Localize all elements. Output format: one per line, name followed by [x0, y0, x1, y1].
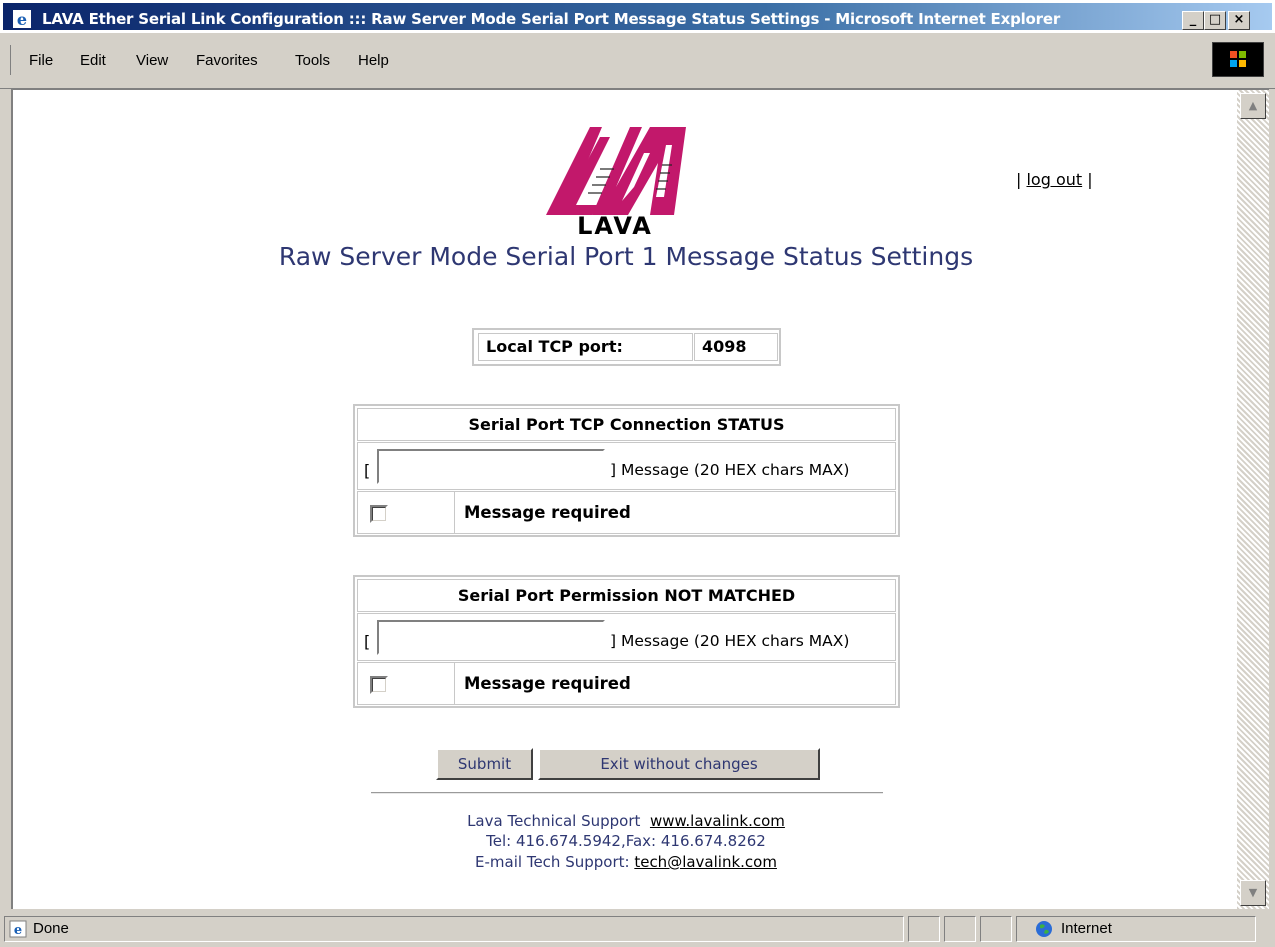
status-panel-main: e Done: [4, 916, 904, 942]
menu-tools[interactable]: Tools: [295, 52, 330, 69]
menu-edit[interactable]: Edit: [80, 52, 106, 69]
windows-logo-icon: [1212, 42, 1264, 77]
up-arrow-icon: ▲: [1248, 99, 1258, 112]
required-label: Message required: [464, 503, 631, 522]
support-label: Lava Technical Support: [467, 812, 641, 830]
status-panel-2: [944, 916, 976, 942]
support-website-link[interactable]: www.lavalink.com: [650, 812, 785, 830]
down-arrow-icon: ▼: [1248, 886, 1258, 899]
permission-required-checkbox[interactable]: [370, 676, 388, 694]
status-zone-panel: Internet: [1016, 916, 1256, 942]
group-heading: Serial Port TCP Connection STATUS: [357, 408, 896, 441]
email-label: E-mail Tech Support:: [475, 853, 630, 871]
menu-row: File Edit View Favorites Tools Help: [10, 45, 1205, 75]
open-bracket: [: [364, 632, 371, 651]
lava-logo: LAVA: [546, 127, 686, 237]
maximize-button[interactable]: □: [1204, 11, 1226, 30]
minimize-icon: _: [1189, 12, 1197, 27]
status-text: Done: [33, 920, 69, 937]
required-row: Message required: [357, 662, 896, 705]
scroll-down-button[interactable]: ▼: [1240, 880, 1266, 906]
footer-support-line: Lava Technical Support www.lavalink.com: [13, 812, 1237, 830]
divider: [371, 792, 883, 794]
status-panel-1: [908, 916, 940, 942]
window-title: LAVA Ether Serial Link Configuration :::…: [42, 10, 1061, 28]
message-row: [ ] Message (20 HEX chars MAX): [357, 442, 896, 490]
titlebar-fill: e LAVA Ether Serial Link Configuration :…: [3, 3, 1272, 30]
vertical-scrollbar[interactable]: ▲ ▼: [1237, 88, 1269, 909]
logout-separator-right: |: [1087, 170, 1093, 189]
footer-phone: Tel: 416.674.5942,Fax: 416.674.8262: [486, 832, 766, 850]
zone-text: Internet: [1061, 920, 1112, 937]
group-heading: Serial Port Permission NOT MATCHED: [357, 579, 896, 612]
status-bar: e Done Internet: [0, 911, 1275, 947]
svg-text:e: e: [14, 923, 22, 938]
ie-page-icon: e: [9, 920, 27, 938]
tcp-port-label: Local TCP port:: [478, 333, 693, 361]
support-email-link[interactable]: tech@lavalink.com: [634, 853, 777, 871]
permission-message-input[interactable]: [377, 620, 605, 655]
window-titlebar[interactable]: e LAVA Ether Serial Link Configuration :…: [0, 0, 1275, 34]
tcp-connection-status-group: Serial Port TCP Connection STATUS [ ] Me…: [353, 404, 900, 537]
menu-bar: File Edit View Favorites Tools Help: [0, 33, 1275, 89]
submit-button[interactable]: Submit: [436, 748, 533, 780]
ie-icon: e: [13, 10, 31, 29]
checkbox-cell: [358, 663, 455, 704]
tcp-port-table: Local TCP port: 4098: [472, 328, 781, 366]
page-viewport: LAVA | log out | Raw Server Mode Serial …: [11, 88, 1237, 909]
footer-email-line: E-mail Tech Support: tech@lavalink.com: [13, 853, 1237, 871]
tcp-status-message-input[interactable]: [377, 449, 605, 484]
permission-not-matched-group: Serial Port Permission NOT MATCHED [ ] M…: [353, 575, 900, 708]
logout-link[interactable]: log out: [1026, 170, 1082, 189]
required-row: Message required: [357, 491, 896, 534]
message-hint: ] Message (20 HEX chars MAX): [610, 632, 850, 650]
menu-favorites[interactable]: Favorites: [196, 52, 258, 69]
open-bracket: [: [364, 461, 371, 480]
globe-icon: [1036, 921, 1052, 937]
logout-separator-left: |: [1016, 170, 1022, 189]
menu-help[interactable]: Help: [358, 52, 389, 69]
logout-area: | log out |: [1016, 170, 1093, 189]
message-hint: ] Message (20 HEX chars MAX): [610, 461, 850, 479]
page-title: Raw Server Mode Serial Port 1 Message St…: [278, 242, 974, 271]
status-panel-3: [980, 916, 1012, 942]
svg-text:e: e: [17, 10, 27, 29]
menu-view[interactable]: View: [136, 52, 168, 69]
close-button[interactable]: ×: [1228, 11, 1250, 30]
required-label: Message required: [464, 674, 631, 693]
checkbox-cell: [358, 492, 455, 533]
tcp-port-value: 4098: [694, 333, 778, 361]
windows-flag-icon: [1230, 51, 1246, 67]
minimize-button[interactable]: _: [1182, 11, 1204, 30]
maximize-icon: □: [1208, 12, 1222, 27]
exit-without-changes-button[interactable]: Exit without changes: [538, 748, 820, 780]
message-row: [ ] Message (20 HEX chars MAX): [357, 613, 896, 661]
menu-file[interactable]: File: [29, 52, 53, 69]
close-icon: ×: [1233, 12, 1245, 27]
scroll-up-button[interactable]: ▲: [1240, 93, 1266, 119]
tcp-status-required-checkbox[interactable]: [370, 505, 388, 523]
logo-text: LAVA: [577, 212, 653, 237]
